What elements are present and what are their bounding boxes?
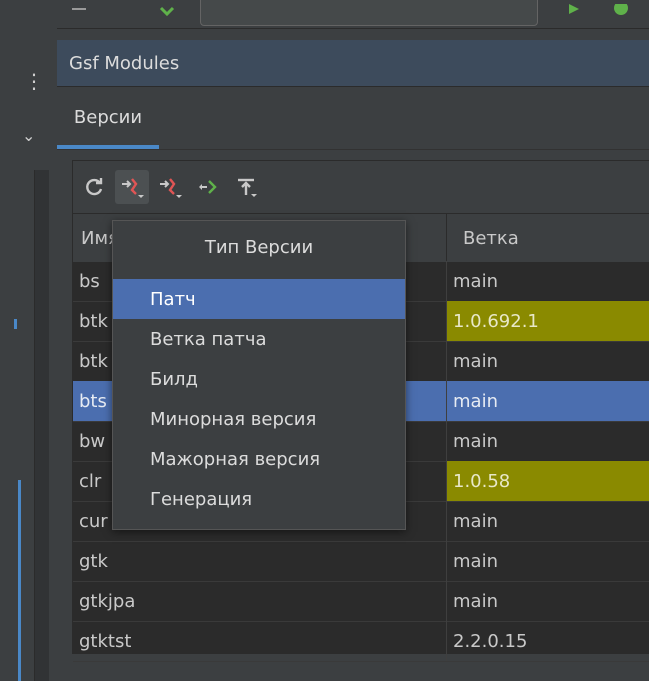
table-row[interactable]: gtk main <box>73 541 649 582</box>
popup-item-label: Билд <box>150 368 198 390</box>
refresh-icon <box>86 178 103 196</box>
versions-toolbar <box>73 161 649 213</box>
column-header-branch[interactable]: Ветка <box>463 214 519 262</box>
cell-module-name: btk <box>79 350 108 372</box>
popup-title: Тип Версии <box>204 236 314 258</box>
cell-branch-value: main <box>453 510 498 532</box>
tab-label: Версии <box>73 106 143 128</box>
cell-branch-value: 1.0.58 <box>453 470 511 492</box>
popup-item-label: Генерация <box>150 488 253 510</box>
cell-branch: main <box>447 421 649 461</box>
cell-branch-value: 1.0.692.1 <box>453 310 539 332</box>
build-icon[interactable] <box>158 4 176 22</box>
cell-branch-value: main <box>453 590 498 612</box>
cell-branch-value: 2.2.0.15 <box>453 630 528 652</box>
popup-item-label: Патч <box>150 288 196 310</box>
version-dropdown-icon <box>122 178 144 198</box>
tool-window-strip: ⋮ ⌄ <box>0 28 57 681</box>
popup-item-label: Ветка патча <box>150 328 267 350</box>
popup-item[interactable]: Мажорная версия <box>113 439 405 479</box>
cell-branch-value: main <box>453 350 498 372</box>
menu-icon[interactable] <box>70 4 88 22</box>
cell-module-name: bts <box>79 390 107 412</box>
version-up-icon <box>199 180 217 194</box>
popup-item[interactable]: Билд <box>113 359 405 399</box>
popup-item-label: Мажорная версия <box>150 448 321 470</box>
top-toolbar <box>0 0 649 29</box>
cell-branch-value: main <box>453 390 498 412</box>
cell-module-name: btk <box>79 310 108 332</box>
run-icon[interactable] <box>565 4 583 22</box>
cell-branch: main <box>447 341 649 381</box>
strip-marker <box>18 480 21 681</box>
tool-window-header: Gsf Modules <box>57 40 649 87</box>
cell-module-name: gtktst <box>79 630 132 652</box>
cell-module-name: bw <box>79 430 106 452</box>
cell-branch: 1.0.692.1 <box>447 301 649 341</box>
version-type-popup: Тип Версии Патч Ветка патча Билд Минорная в… <box>112 220 406 530</box>
cell-branch: 1.0.58 <box>447 461 649 501</box>
tab-versions[interactable]: Версии <box>57 87 159 147</box>
cell-branch-value: main <box>453 550 498 572</box>
popup-item[interactable]: Ветка патча <box>113 319 405 359</box>
cell-branch: main <box>447 261 649 301</box>
table-row[interactable]: gtkjpa main <box>73 581 649 622</box>
version-down-button[interactable] <box>153 170 187 204</box>
cell-branch-value: main <box>453 270 498 292</box>
debug-icon[interactable] <box>612 1 630 22</box>
cell-branch: main <box>447 581 649 621</box>
version-type-dropdown-button[interactable] <box>115 170 149 204</box>
tab-bar: Версии <box>57 87 649 150</box>
cell-branch-value: main <box>453 430 498 452</box>
popup-item[interactable]: Генерация <box>113 479 405 519</box>
options-icon[interactable]: ⋮ <box>24 71 44 91</box>
column-divider[interactable] <box>446 214 447 262</box>
cell-module-name: gtkjpa <box>79 590 136 612</box>
refresh-button[interactable] <box>77 170 111 204</box>
chevron-down-icon[interactable]: ⌄ <box>22 126 35 145</box>
cell-branch: main <box>447 501 649 541</box>
table-row[interactable]: gtktst 2.2.0.15 <box>73 621 649 662</box>
push-top-icon <box>238 178 257 197</box>
cell-module-name: clr <box>79 470 102 492</box>
tree-scrollbar[interactable] <box>34 170 49 681</box>
cell-module-name: gtk <box>79 550 108 572</box>
push-top-button[interactable] <box>229 170 263 204</box>
cell-module-name: bs <box>79 270 100 292</box>
version-down-icon <box>160 178 182 198</box>
header-title: Gsf Modules <box>69 52 180 74</box>
cell-branch: 2.2.0.15 <box>447 621 649 661</box>
cell-branch: main <box>447 541 649 581</box>
strip-marker <box>14 319 17 329</box>
popup-item[interactable]: Патч <box>113 279 405 319</box>
cell-branch: main <box>447 381 649 421</box>
popup-item[interactable]: Минорная версия <box>113 399 405 439</box>
version-up-button[interactable] <box>191 170 225 204</box>
cell-module-name: cur <box>79 510 108 532</box>
run-configuration-combo[interactable] <box>200 0 538 26</box>
popup-item-label: Минорная версия <box>150 408 317 430</box>
tab-active-indicator <box>57 145 159 149</box>
